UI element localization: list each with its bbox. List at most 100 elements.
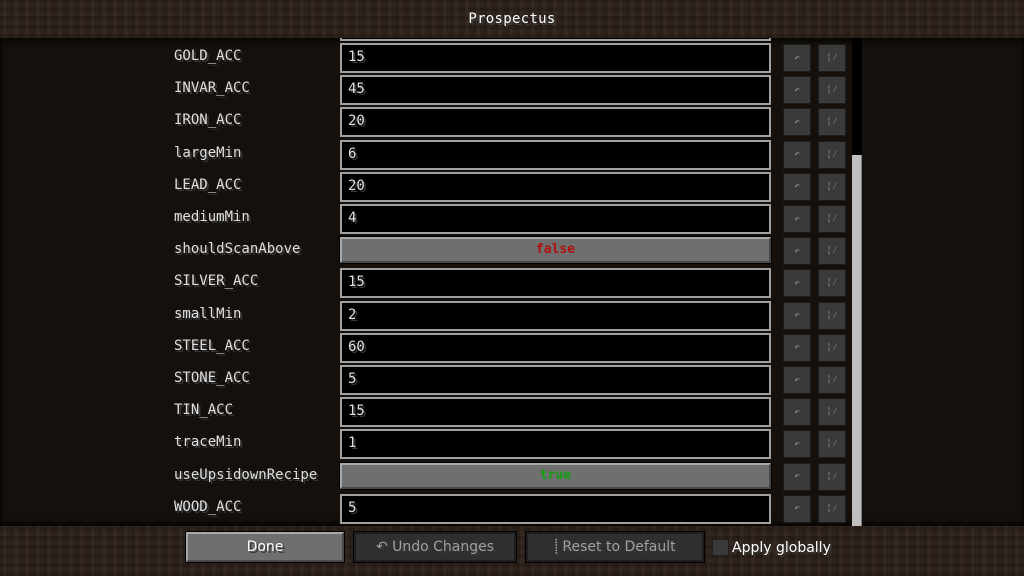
reset-entry-button[interactable]: ¦⁄ (818, 108, 846, 137)
entry-label: shouldScanAbove (174, 241, 301, 258)
reset-to-default-button[interactable]: ⸽ Reset to Default (525, 531, 705, 563)
reset-entry-button[interactable]: ¦⁄ (818, 172, 846, 201)
screen-title: Prospectus (468, 11, 556, 27)
undo-arrow-icon: ↶ (793, 52, 801, 64)
value-input[interactable] (348, 210, 758, 226)
reset-entry-button[interactable]: ¦⁄ (818, 333, 846, 362)
reset-entry-button[interactable]: ¦⁄ (818, 237, 846, 266)
undo-entry-button[interactable]: ↶ (783, 172, 811, 201)
config-entry-row: GOLD_ACC ↶ ¦⁄ (0, 42, 1024, 74)
entry-label: LEAD_ACC (174, 176, 242, 193)
config-entry-row: smallMin ↶ ¦⁄ (0, 300, 1024, 332)
reset-entry-button[interactable]: ¦⁄ (818, 430, 846, 459)
value-field[interactable] (340, 268, 771, 299)
boolean-toggle-button[interactable]: false (339, 236, 772, 265)
undo-entry-button[interactable]: ↶ (783, 108, 811, 137)
reset-default-icon: ¦⁄ (825, 374, 839, 385)
config-entry-row: TIN_ACC ↶ ¦⁄ (0, 396, 1024, 428)
config-entry-row: INVAR_ACC ↶ ¦⁄ (0, 74, 1024, 106)
value-field[interactable] (340, 43, 771, 73)
undo-entry-button[interactable]: ↶ (783, 430, 811, 459)
value-input[interactable] (348, 338, 758, 355)
reset-default-icon: ¦⁄ (825, 470, 839, 482)
value-field[interactable] (340, 204, 771, 234)
entry-label: traceMin (174, 434, 242, 451)
apply-globally-checkbox[interactable] (712, 539, 729, 556)
reset-default-icon: ¦⁄ (825, 341, 839, 353)
undo-arrow-icon: ↶ (793, 277, 801, 289)
reset-entry-button[interactable]: ¦⁄ (818, 140, 846, 169)
boolean-toggle-button[interactable]: true (339, 461, 772, 490)
done-button[interactable]: Done (185, 531, 345, 563)
undo-entry-button[interactable]: ↶ (783, 301, 811, 330)
undo-entry-button[interactable]: ↶ (783, 366, 811, 394)
entry-label: INVAR_ACC (174, 80, 250, 97)
config-entry-row: largeMin ↶ ¦⁄ (0, 139, 1024, 171)
undo-arrow-icon: ↶ (793, 116, 801, 128)
value-field[interactable] (340, 75, 771, 106)
undo-entry-button[interactable]: ↶ (783, 76, 811, 105)
config-entry-row: IRON_ACC ↶ ¦⁄ (0, 106, 1024, 138)
undo-arrow-icon: ↶ (793, 245, 801, 257)
value-input[interactable] (348, 274, 758, 291)
reset-default-icon: ¦⁄ (825, 245, 839, 257)
reset-default-icon: ¦⁄ (825, 116, 839, 128)
reset-entry-button[interactable]: ¦⁄ (818, 462, 846, 491)
config-entry-row: STEEL_ACC ↶ ¦⁄ (0, 332, 1024, 364)
value-field[interactable] (340, 171, 771, 202)
undo-entry-button[interactable]: ↶ (783, 462, 811, 491)
entry-label: mediumMin (174, 209, 250, 225)
reset-default-icon: ¦⁄ (825, 180, 839, 192)
value-field[interactable] (340, 139, 771, 170)
reset-entry-button[interactable]: ¦⁄ (818, 44, 846, 72)
undo-arrow-icon: ↶ (793, 181, 801, 193)
value-field[interactable] (340, 365, 771, 395)
entry-label: STONE_ACC (174, 370, 250, 386)
config-entry-row: mediumMin ↶ ¦⁄ (0, 203, 1024, 235)
reset-default-icon: ¦⁄ (825, 148, 839, 160)
value-field[interactable] (340, 38, 771, 41)
value-input[interactable] (348, 81, 758, 98)
undo-changes-button[interactable]: ↶ Undo Changes (353, 531, 517, 563)
config-entry-row: useUpsidownRecipe true ↶ ¦⁄ (0, 461, 1024, 493)
scrollbar-thumb[interactable] (852, 155, 862, 526)
value-input[interactable] (348, 371, 758, 387)
value-input[interactable] (348, 49, 758, 65)
reset-entry-button[interactable]: ¦⁄ (818, 76, 846, 105)
undo-entry-button[interactable]: ↶ (783, 205, 811, 233)
undo-entry-button[interactable]: ↶ (783, 237, 811, 266)
value-input[interactable] (348, 113, 758, 130)
value-input[interactable] (348, 145, 758, 162)
undo-entry-button[interactable]: ↶ (783, 44, 811, 72)
value-field[interactable] (340, 493, 771, 524)
undo-arrow-icon: ↶ (793, 149, 801, 161)
undo-entry-button[interactable]: ↶ (783, 333, 811, 362)
value-field[interactable] (340, 300, 771, 331)
undo-arrow-icon: ↶ (793, 310, 801, 322)
undo-entry-button[interactable]: ↶ (783, 269, 811, 298)
reset-entry-button[interactable]: ¦⁄ (818, 398, 846, 427)
reset-entry-button[interactable]: ¦⁄ (818, 301, 846, 330)
undo-entry-button[interactable]: ↶ (783, 140, 811, 169)
value-field[interactable] (340, 429, 771, 460)
config-entry-row: shouldScanAbove false ↶ ¦⁄ (0, 235, 1024, 267)
value-input[interactable] (348, 499, 758, 516)
value-field[interactable] (340, 107, 771, 138)
reset-entry-button[interactable]: ¦⁄ (818, 494, 846, 523)
value-input[interactable] (348, 177, 758, 194)
reset-entry-button[interactable]: ¦⁄ (818, 269, 846, 298)
reset-entry-button[interactable]: ¦⁄ (818, 205, 846, 233)
entry-label: SILVER_ACC (174, 273, 259, 290)
undo-arrow-icon: ↶ (793, 406, 801, 418)
value-input[interactable] (348, 306, 758, 323)
value-input[interactable] (348, 435, 758, 452)
reset-entry-button[interactable]: ¦⁄ (818, 366, 846, 394)
undo-entry-button[interactable]: ↶ (783, 494, 811, 523)
value-field[interactable] (340, 332, 771, 363)
value-field[interactable] (340, 397, 771, 428)
undo-entry-button[interactable]: ↶ (783, 398, 811, 427)
entry-label: largeMin (174, 144, 242, 161)
undo-arrow-icon: ↶ (793, 374, 801, 386)
entry-label: STEEL_ACC (174, 337, 250, 354)
value-input[interactable] (348, 403, 758, 420)
